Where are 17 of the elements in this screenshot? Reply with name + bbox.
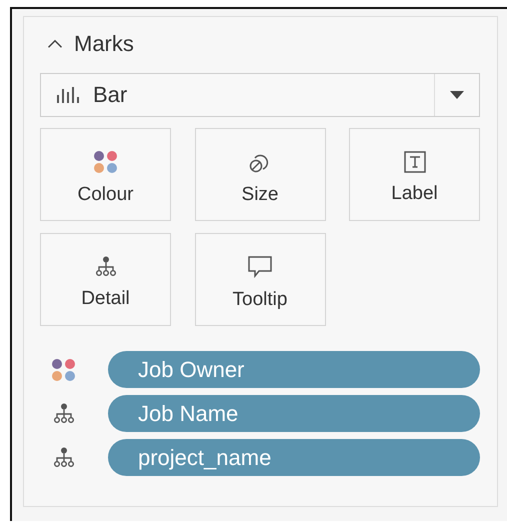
hierarchy-icon [94,256,116,278]
tooltip-card-button[interactable]: Tooltip [194,233,326,326]
color-dots-icon [92,150,118,174]
caret-icon [450,91,464,99]
detail-card-button[interactable]: Detail [40,233,171,326]
chevron-icon[interactable] [46,38,64,50]
text-box-icon [404,150,426,172]
hierarchy-icon [53,402,75,424]
color-dots-icon [51,358,77,382]
mark-type-dropdown[interactable]: Bar [40,73,480,117]
label-card-button[interactable]: Label [349,128,480,221]
size-card-button[interactable]: Size [194,128,326,221]
section-title: Marks [74,31,134,57]
color-card-button[interactable]: Colour [40,128,171,221]
hierarchy-icon [53,446,75,468]
speech-bubble-icon [247,254,273,278]
bar-chart-icon [57,87,81,103]
